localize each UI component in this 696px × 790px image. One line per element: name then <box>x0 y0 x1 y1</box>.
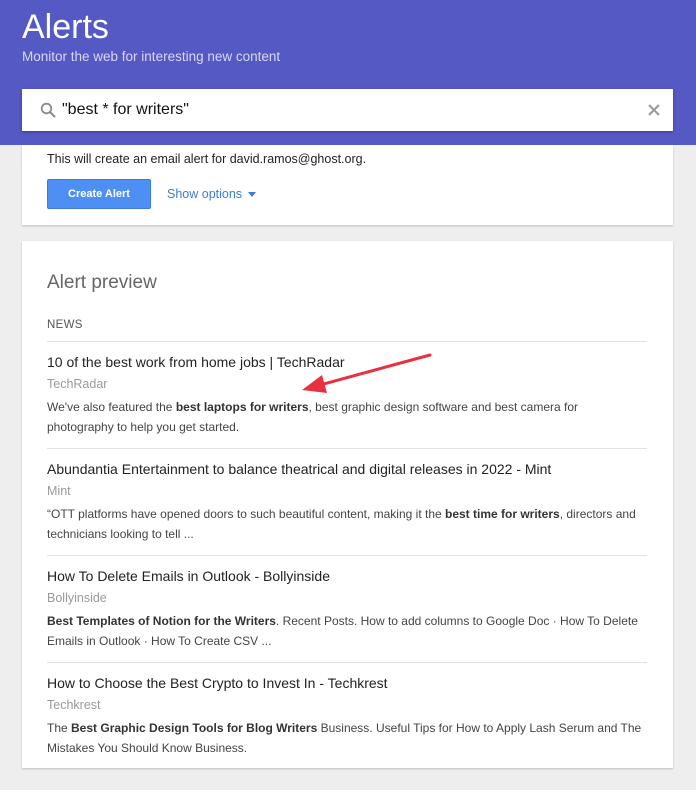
result-item: How To Delete Emails in Outlook - Bollyi… <box>47 555 647 662</box>
search-input[interactable]: "best * for writers" <box>62 101 189 119</box>
result-source: TechRadar <box>47 377 108 391</box>
result-snippet: Best Templates of Notion for the Writers… <box>47 612 647 651</box>
result-snippet: The Best Graphic Design Tools for Blog W… <box>47 719 647 758</box>
chevron-down-icon <box>248 192 257 198</box>
show-options-label: Show options <box>167 187 243 201</box>
result-item: How to Choose the Best Crypto to Invest … <box>47 662 647 768</box>
page-subtitle: Monitor the web for interesting new cont… <box>22 49 281 64</box>
create-alert-panel: This will create an email alert for davi… <box>22 145 673 225</box>
result-source: Mint <box>47 484 71 498</box>
result-title[interactable]: 10 of the best work from home jobs | Tec… <box>47 354 345 370</box>
result-title[interactable]: How to Choose the Best Crypto to Invest … <box>47 675 388 691</box>
result-title[interactable]: How To Delete Emails in Outlook - Bollyi… <box>47 568 330 584</box>
snippet-highlight: Best Graphic Design Tools for Blog Write… <box>71 721 318 735</box>
snippet-text: The <box>47 721 72 735</box>
snippet-highlight: best laptops for writers <box>175 400 309 414</box>
result-item: Abundantia Entertainment to balance thea… <box>47 448 647 555</box>
result-source: Bollyinside <box>47 591 107 605</box>
email-note: This will create an email alert for davi… <box>47 152 367 166</box>
snippet-highlight: best time for writers <box>445 507 560 521</box>
search-bar[interactable]: "best * for writers" <box>22 89 673 131</box>
result-title[interactable]: Abundantia Entertainment to balance thea… <box>47 461 551 477</box>
result-item: 10 of the best work from home jobs | Tec… <box>47 341 647 448</box>
result-snippet: “OTT platforms have opened doors to such… <box>47 505 647 544</box>
alert-preview-panel: Alert preview NEWS 10 of the best work f… <box>22 241 673 768</box>
close-icon[interactable] <box>645 101 663 119</box>
show-options-link[interactable]: Show options <box>167 187 257 201</box>
result-source: Techkrest <box>47 698 101 712</box>
snippet-text: “OTT platforms have opened doors to such… <box>47 507 445 521</box>
search-icon <box>40 102 56 118</box>
section-label-news: NEWS <box>47 319 83 331</box>
alert-preview-title: Alert preview <box>47 272 157 293</box>
result-snippet: We've also featured the best laptops for… <box>47 398 647 437</box>
snippet-highlight: Best Templates of Notion for the Writers <box>47 614 276 628</box>
page-title: Alerts <box>22 8 109 46</box>
create-alert-button[interactable]: Create Alert <box>47 179 151 209</box>
snippet-text: We've also featured the <box>47 400 176 414</box>
